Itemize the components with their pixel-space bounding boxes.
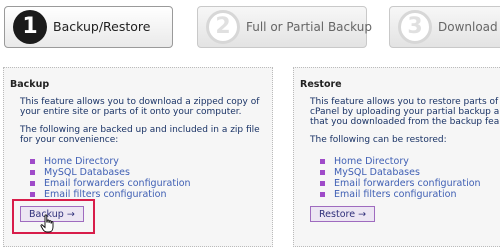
restore-panel: Restore This feature allows you to resto… — [293, 67, 500, 247]
restore-button[interactable]: Restore → — [310, 206, 376, 222]
list-item: Email forwarders configuration — [320, 178, 481, 189]
backup-description-line-2: your entire site or parts of it onto you… — [20, 107, 242, 117]
step-backup-restore[interactable]: 1 Backup/Restore — [4, 6, 173, 48]
restore-items-list: Home Directory MySQL Databases Email for… — [320, 156, 481, 200]
backup-title: Backup — [10, 79, 50, 90]
list-item: MySQL Databases — [320, 167, 481, 178]
bullet-icon — [30, 192, 35, 197]
restore-description-line-2: cPanel by uploading your partial backup … — [310, 107, 500, 117]
restore-item-label: Email forwarders configuration — [334, 178, 481, 189]
list-item: Email forwarders configuration — [30, 178, 191, 189]
bullet-icon — [30, 170, 35, 175]
list-item: Home Directory — [30, 156, 191, 167]
backup-list-intro-line-1: The following are backed up and included… — [20, 125, 260, 135]
bullet-icon — [320, 181, 325, 186]
backup-panel: Backup This feature allows you to downlo… — [3, 67, 273, 247]
restore-item-label: Home Directory — [334, 156, 409, 167]
restore-description-line-3: that you downloaded from the backup fea — [310, 117, 500, 127]
step-1-number-icon: 1 — [13, 10, 47, 44]
restore-title: Restore — [300, 79, 342, 90]
bullet-icon — [320, 170, 325, 175]
restore-list-intro: The following can be restored: — [310, 135, 447, 145]
step-3-number-icon: 3 — [398, 10, 432, 44]
restore-description-line-1: This feature allows you to restore parts… — [310, 97, 499, 107]
bullet-icon — [30, 181, 35, 186]
list-item: Home Directory — [320, 156, 481, 167]
bullet-icon — [30, 159, 35, 164]
step-3-label: Download — [438, 20, 498, 34]
restore-item-label: Email filters configuration — [334, 189, 457, 200]
backup-item-label: MySQL Databases — [44, 167, 130, 178]
step-2-label: Full or Partial Backup — [246, 20, 372, 34]
backup-item-label: Email forwarders configuration — [44, 178, 191, 189]
step-1-label: Backup/Restore — [53, 19, 151, 34]
bullet-icon — [320, 159, 325, 164]
step-2-number-icon: 2 — [206, 10, 240, 44]
step-download[interactable]: 3 Download — [389, 6, 500, 48]
step-full-or-partial-backup[interactable]: 2 Full or Partial Backup — [197, 6, 372, 48]
hand-cursor-icon — [40, 214, 54, 233]
list-item: Email filters configuration — [320, 189, 481, 200]
backup-item-label: Home Directory — [44, 156, 119, 167]
bullet-icon — [320, 192, 325, 197]
backup-items-list: Home Directory MySQL Databases Email for… — [30, 156, 191, 200]
restore-item-label: MySQL Databases — [334, 167, 420, 178]
backup-wizard-steps: 1 Backup/Restore 2 Full or Partial Backu… — [0, 0, 500, 58]
backup-description-line-1: This feature allows you to download a zi… — [20, 97, 260, 107]
list-item: MySQL Databases — [30, 167, 191, 178]
backup-list-intro-line-2: for your convenience: — [20, 135, 119, 145]
